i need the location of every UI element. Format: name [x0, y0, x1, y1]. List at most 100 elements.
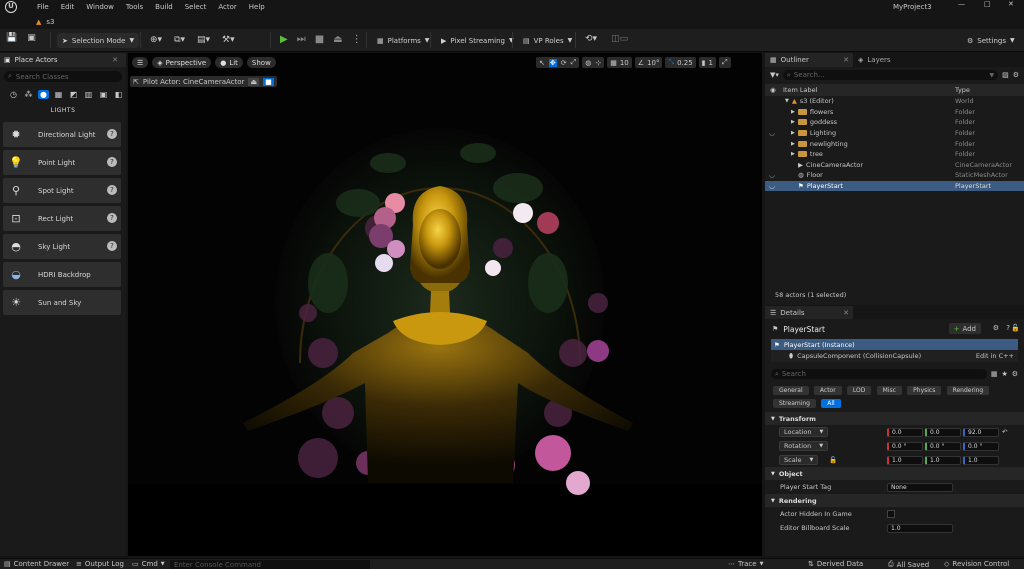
- details-search-input[interactable]: ⌕ Search: [771, 369, 987, 379]
- actor-hidden-checkbox[interactable]: [887, 510, 895, 518]
- outliner-search-input[interactable]: ⌕ Search... ▼: [782, 70, 999, 80]
- vr-mode-icon[interactable]: ◫▭: [611, 34, 628, 44]
- expand-icon[interactable]: ▶: [791, 109, 795, 115]
- platforms-button[interactable]: ▦ Platforms ▼: [372, 33, 434, 48]
- place-rect-light[interactable]: ⊡ Rect Light ?: [3, 206, 121, 231]
- lock-icon[interactable]: 🔓: [1011, 324, 1020, 332]
- all-classes-icon[interactable]: ◧: [113, 90, 124, 99]
- vp-roles-button[interactable]: ▤ VP Roles ▼: [518, 33, 577, 48]
- scale-x-field[interactable]: 1.0: [887, 455, 923, 465]
- scale-dropdown[interactable]: Scale ▼: [779, 455, 819, 465]
- settings-gear-icon[interactable]: ⚙: [1013, 71, 1019, 79]
- place-point-light[interactable]: 💡 Point Light ?: [3, 150, 121, 175]
- help-icon[interactable]: ?: [107, 185, 117, 195]
- scale-y-field[interactable]: 1.0: [925, 455, 961, 465]
- rotation-y-field[interactable]: 0.0 °: [925, 441, 961, 451]
- transform-section-header[interactable]: ▼ Transform: [765, 412, 1024, 425]
- select-mode-icon[interactable]: ↖: [539, 59, 545, 67]
- settings-button[interactable]: ⚙ Settings ▼: [962, 33, 1020, 48]
- visibility-toggle-icon[interactable]: ◡: [769, 129, 775, 137]
- edit-in-cpp-link[interactable]: Edit in C++: [976, 352, 1014, 360]
- tree-row[interactable]: ▶ goddess Folder: [765, 117, 1024, 128]
- filter-icon[interactable]: ▼▾: [770, 71, 779, 79]
- actor-name[interactable]: PlayerStart: [783, 325, 825, 334]
- console-input[interactable]: Enter Console Command: [170, 560, 370, 569]
- trace-button[interactable]: ⋯ Trace ▼: [728, 560, 763, 568]
- location-y-field[interactable]: 0.0: [925, 427, 961, 437]
- place-sun-and-sky[interactable]: ☀ Sun and Sky: [3, 290, 121, 315]
- visibility-toggle-icon[interactable]: ◡: [769, 171, 775, 179]
- object-section-header[interactable]: ▼ Object: [765, 467, 1024, 480]
- grid-view-icon[interactable]: ▦: [991, 370, 998, 378]
- location-x-field[interactable]: 0.0: [887, 427, 923, 437]
- star-icon[interactable]: ★: [1001, 370, 1007, 378]
- filter-streaming[interactable]: Streaming: [773, 399, 816, 408]
- basic-icon[interactable]: ⁂: [23, 90, 34, 99]
- selection-mode-button[interactable]: ➤ Selection Mode ▼: [57, 33, 140, 48]
- add-component-button[interactable]: + Add: [948, 323, 981, 334]
- rotation-z-field[interactable]: 0.0 °: [963, 441, 999, 451]
- tree-row[interactable]: ▶ tree Folder: [765, 149, 1024, 160]
- lit-button[interactable]: ● Lit: [215, 57, 243, 68]
- place-directional-light[interactable]: ✹ Directional Light ?: [3, 122, 121, 147]
- stop-icon[interactable]: ■: [315, 34, 324, 45]
- pixel-streaming-button[interactable]: ▶ Pixel Streaming ▼: [436, 33, 519, 48]
- help-icon[interactable]: ?: [107, 129, 117, 139]
- rendering-section-header[interactable]: ▼ Rendering: [765, 494, 1024, 507]
- level-tab[interactable]: ▲ s3: [30, 15, 61, 28]
- filter-all[interactable]: All: [821, 399, 841, 408]
- close-tab-icon[interactable]: ✕: [843, 309, 849, 317]
- add-folder-icon[interactable]: ▨: [1002, 71, 1009, 79]
- translate-icon[interactable]: ✥: [548, 58, 557, 67]
- reset-icon[interactable]: ↶: [1002, 428, 1007, 436]
- step-icon[interactable]: ⏭: [297, 34, 306, 45]
- rotate-icon[interactable]: ⟳: [561, 59, 567, 67]
- menu-actor[interactable]: Actor: [218, 3, 236, 11]
- lock-icon[interactable]: 🔓: [829, 456, 837, 464]
- billboard-scale-field[interactable]: 1.0: [887, 523, 953, 533]
- tree-row[interactable]: ▼ ▲ s3 (Editor) World: [765, 96, 1024, 107]
- viewport-options-button[interactable]: ☰: [132, 57, 149, 68]
- rotation-dropdown[interactable]: Rotation ▼: [779, 441, 829, 451]
- derived-data-button[interactable]: ⇅ Derived Data: [808, 560, 863, 568]
- all-saved-button[interactable]: ⎙ All Saved: [888, 560, 929, 569]
- play-options-icon[interactable]: ⋮: [352, 34, 362, 45]
- filter-general[interactable]: General: [773, 386, 809, 395]
- cinematic-icon[interactable]: ▦: [53, 90, 64, 99]
- play-icon[interactable]: ▶: [280, 34, 288, 45]
- place-spot-light[interactable]: ⚲ Spot Light ?: [3, 178, 121, 203]
- tree-row[interactable]: ▶ newlighting Folder: [765, 138, 1024, 149]
- help-icon[interactable]: ?: [107, 157, 117, 167]
- menu-select[interactable]: Select: [185, 3, 207, 11]
- world-local-icon[interactable]: ◍: [585, 59, 591, 67]
- tab-layers[interactable]: ◈ Layers: [853, 53, 896, 67]
- show-button[interactable]: Show: [246, 57, 276, 68]
- revision-control-button[interactable]: ◇ Revision Control: [944, 560, 1009, 568]
- maximize-viewport-button[interactable]: ⤢: [719, 57, 731, 68]
- blueprint-icon[interactable]: ⚙: [993, 324, 999, 332]
- rotation-x-field[interactable]: 0.0 °: [887, 441, 923, 451]
- grid-snap-toggle[interactable]: ▦ 10: [607, 57, 632, 68]
- eject-pilot-icon[interactable]: ⏏: [248, 77, 260, 86]
- geometry-icon[interactable]: ▥: [83, 90, 94, 99]
- unreal-logo-icon[interactable]: U: [5, 1, 17, 13]
- place-sky-light[interactable]: ◓ Sky Light ?: [3, 234, 121, 259]
- filter-misc[interactable]: Misc: [876, 386, 902, 395]
- tree-row[interactable]: ◡ ▶ Lighting Folder: [765, 128, 1024, 139]
- location-dropdown[interactable]: Location ▼: [779, 427, 829, 437]
- settings-gear-icon[interactable]: ⚙: [1012, 370, 1018, 378]
- output-log-button[interactable]: ≡ Output Log: [76, 560, 124, 568]
- volumes-icon[interactable]: ▣: [98, 90, 109, 99]
- col-item-label[interactable]: Item Label: [783, 86, 817, 94]
- scale-snap-toggle[interactable]: ⤡ 0.25: [665, 57, 696, 68]
- content-browser-icon[interactable]: ▣: [27, 33, 36, 43]
- scale-z-field[interactable]: 1.0: [963, 455, 999, 465]
- perspective-button[interactable]: ◈ Perspective: [152, 57, 212, 68]
- minimize-icon[interactable]: —: [958, 0, 965, 8]
- menu-edit[interactable]: Edit: [61, 3, 75, 11]
- close-tab-icon[interactable]: ✕: [112, 56, 118, 64]
- expand-icon[interactable]: ▼: [785, 98, 789, 104]
- camera-preview-icon[interactable]: ■: [263, 77, 274, 86]
- blueprint-icon[interactable]: ⧉▾: [174, 35, 185, 45]
- close-icon[interactable]: ✕: [1008, 0, 1014, 8]
